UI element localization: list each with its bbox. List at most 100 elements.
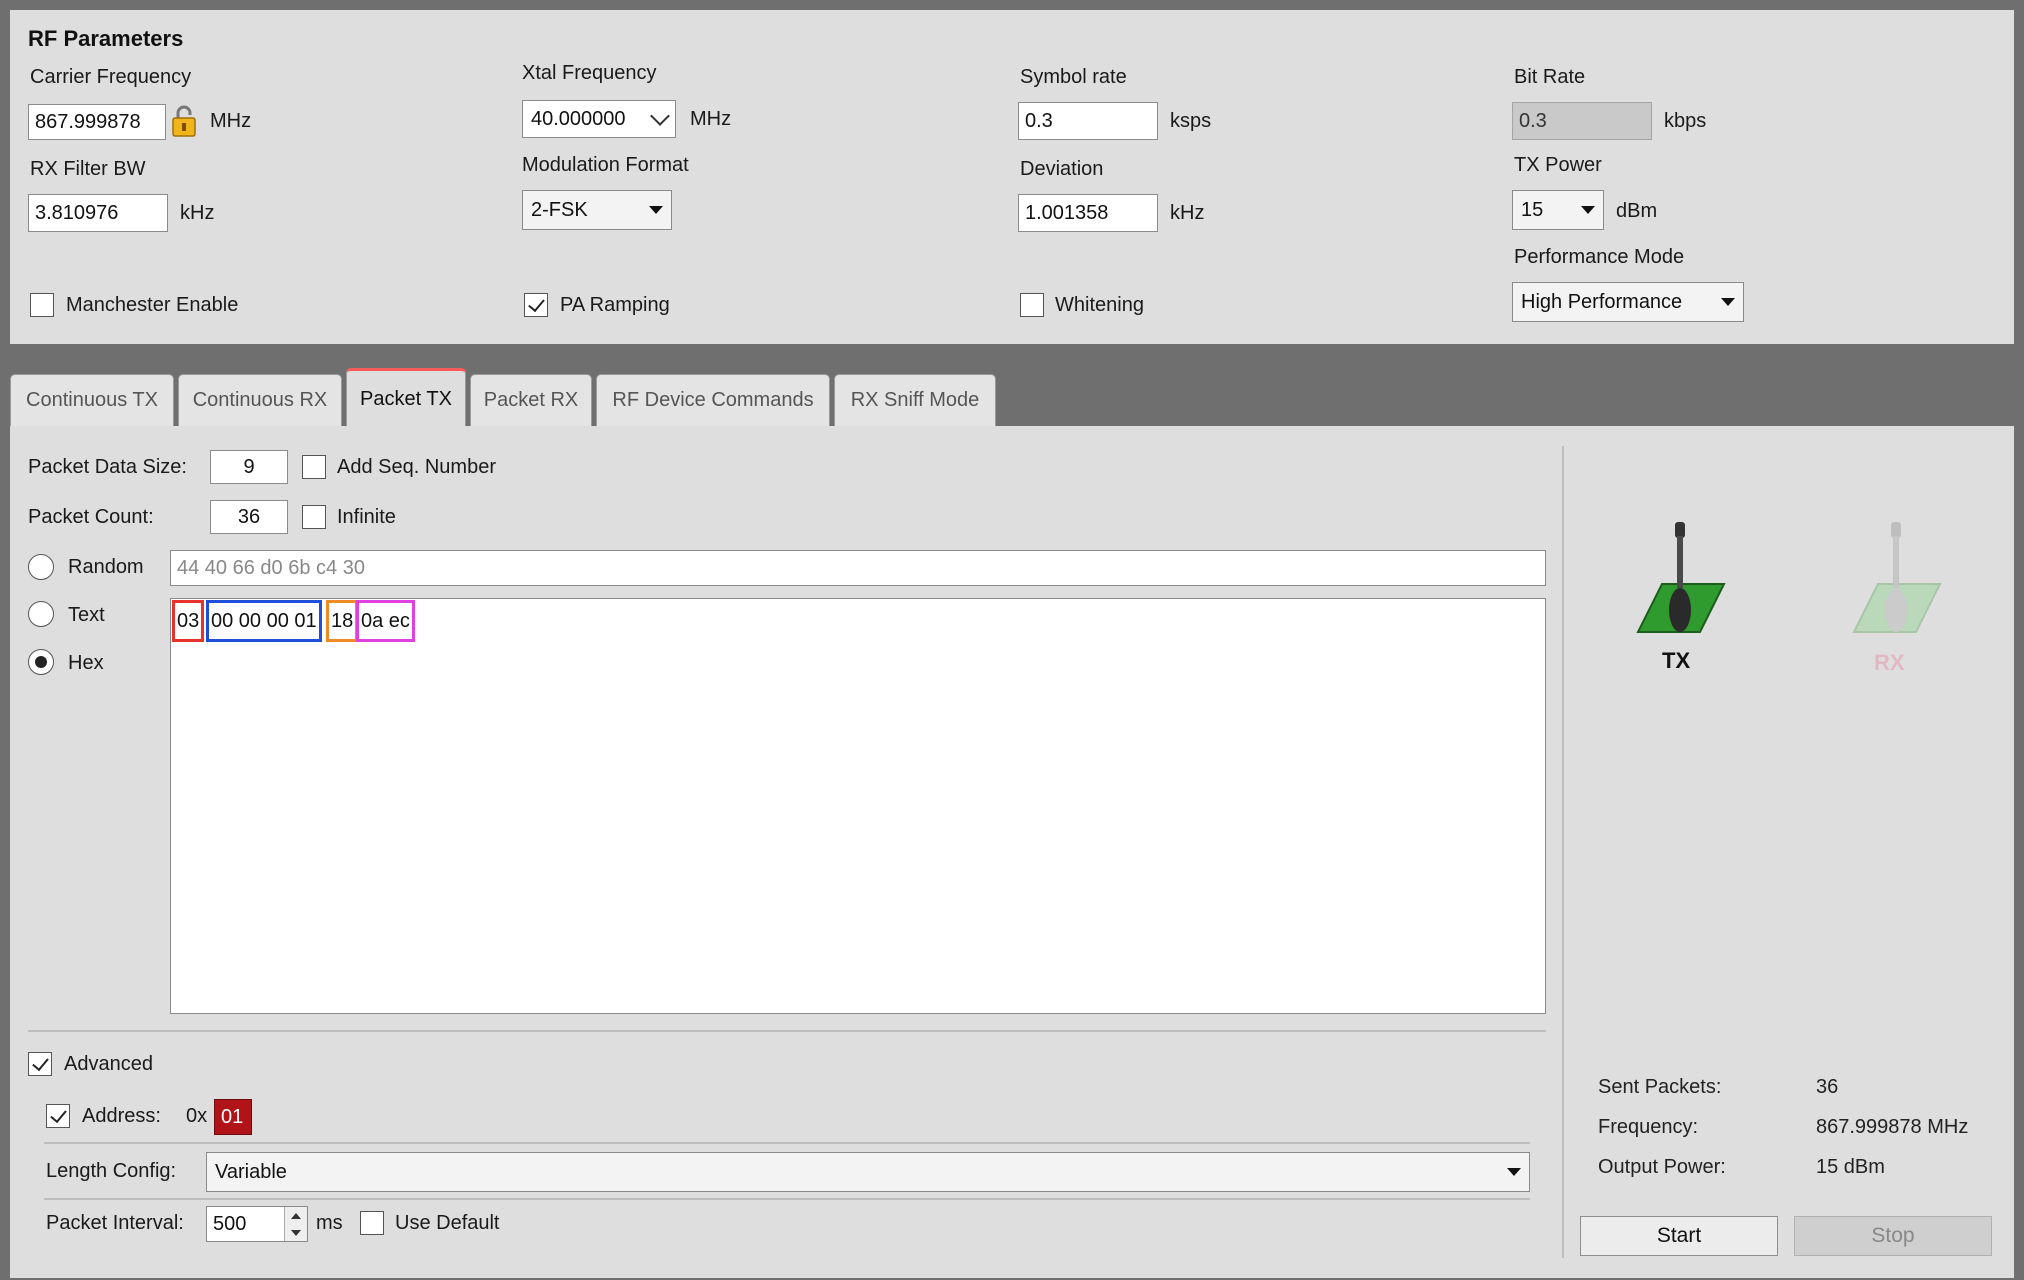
hex-segment-sequence: 18 [326,600,359,642]
pa-ramping-checkbox[interactable] [524,293,548,317]
modulation-format-select[interactable]: 2-FSK [522,190,672,230]
symbol-rate-label: Symbol rate [1020,66,1127,88]
carrier-frequency-unit: MHz [210,110,252,132]
performance-mode-value: High Performance [1521,290,1683,313]
vertical-divider [1562,446,1564,1258]
carrier-frequency-label: Carrier Frequency [30,66,192,88]
random-label: Random [68,556,144,578]
tab-packet-tx[interactable]: Packet TX [346,368,466,428]
tx-switch-icon[interactable] [1632,518,1728,638]
whitening-checkbox[interactable] [1020,293,1044,317]
deviation-unit: kHz [1170,202,1205,224]
xtal-frequency-value: 40.000000 [531,107,626,130]
length-config-label: Length Config: [46,1160,177,1182]
deviation-label: Deviation [1020,158,1104,180]
hex-segment-address: 00 00 00 01 [206,600,322,642]
output-power-label: Output Power: [1598,1156,1726,1178]
hex-data-textarea[interactable] [170,598,1546,1014]
tab-packet-rx[interactable]: Packet RX [470,374,592,426]
modulation-format-value: 2-FSK [531,198,588,221]
tab-continuous-rx[interactable]: Continuous RX [178,374,342,426]
rf-parameters-title: RF Parameters [28,26,184,51]
start-button[interactable]: Start [1580,1216,1778,1256]
packet-data-size-label: Packet Data Size: [28,456,187,478]
interval-separator [44,1198,1530,1200]
text-radio[interactable] [28,601,54,627]
length-config-separator [44,1142,1530,1144]
caret-down-icon [649,206,663,214]
packet-count-input[interactable]: 36 [210,500,288,534]
caret-down-icon [1507,1168,1521,1176]
sent-packets-label: Sent Packets: [1598,1076,1722,1098]
whitening-label: Whitening [1055,294,1144,316]
chevron-down-icon [650,106,670,126]
performance-mode-label: Performance Mode [1514,246,1685,268]
packet-data-size-input[interactable]: 9 [210,450,288,484]
pa-ramping-label: PA Ramping [560,294,670,316]
address-label: Address: [82,1105,161,1127]
address-checkbox[interactable] [46,1104,70,1128]
tx-label: TX [1662,648,1691,673]
carrier-frequency-input[interactable]: 867.999878 [28,104,166,140]
manchester-enable-label: Manchester Enable [66,294,239,316]
advanced-separator [28,1030,1546,1032]
rx-filter-bw-unit: kHz [180,202,215,224]
performance-mode-select[interactable]: High Performance [1512,282,1744,322]
tx-power-select[interactable]: 15 [1512,190,1604,230]
advanced-checkbox[interactable] [28,1052,52,1076]
symbol-rate-unit: ksps [1170,110,1212,132]
tx-power-label: TX Power [1514,154,1602,176]
caret-down-icon [1581,206,1595,214]
bit-rate-input: 0.3 [1512,102,1652,140]
tab-rx-sniff-mode[interactable]: RX Sniff Mode [834,374,996,426]
rx-label: RX [1874,650,1905,675]
tx-power-value: 15 [1521,198,1544,221]
frequency-label: Frequency: [1598,1116,1699,1138]
hex-radio[interactable] [28,649,54,675]
packet-interval-unit: ms [316,1212,343,1234]
manchester-enable-checkbox[interactable] [30,293,54,317]
infinite-label: Infinite [337,506,396,528]
infinite-checkbox[interactable] [302,505,326,529]
random-radio[interactable] [28,554,54,580]
packet-interval-label: Packet Interval: [46,1212,184,1234]
packet-interval-input[interactable]: 500 [206,1206,308,1242]
caret-down-icon [1721,298,1735,306]
rx-switch-icon[interactable] [1848,518,1944,638]
random-data-field: 44 40 66 d0 6b c4 30 [170,550,1546,586]
rx-filter-bw-input[interactable]: 3.810976 [28,194,168,232]
hex-segment-payload: 0a ec [356,600,415,642]
use-default-label: Use Default [395,1212,500,1234]
packet-interval-value: 500 [213,1212,247,1235]
bit-rate-unit: kbps [1664,110,1707,132]
tab-rf-device-commands[interactable]: RF Device Commands [596,374,830,426]
length-config-value: Variable [215,1160,287,1183]
output-power-value: 15 dBm [1816,1156,1885,1178]
length-config-select[interactable]: Variable [206,1152,1530,1192]
sent-packets-value: 36 [1816,1076,1839,1098]
address-prefix: 0x [186,1105,208,1127]
symbol-rate-input[interactable]: 0.3 [1018,102,1158,140]
packet-count-label: Packet Count: [28,506,154,528]
rx-filter-bw-label: RX Filter BW [30,158,146,180]
lock-icon[interactable] [170,104,198,138]
frequency-value: 867.999878 MHz [1816,1116,1969,1138]
advanced-label: Advanced [64,1053,153,1075]
tab-continuous-tx[interactable]: Continuous TX [10,374,174,426]
address-input[interactable]: 01 [214,1099,252,1135]
bit-rate-label: Bit Rate [1514,66,1586,88]
xtal-frequency-select[interactable]: 40.000000 [522,100,676,138]
xtal-frequency-unit: MHz [690,108,732,130]
xtal-frequency-label: Xtal Frequency [522,62,657,84]
modulation-format-label: Modulation Format [522,154,689,176]
stop-button[interactable]: Stop [1794,1216,1992,1256]
add-seq-number-checkbox[interactable] [302,455,326,479]
hex-label: Hex [68,652,104,674]
use-default-checkbox[interactable] [360,1211,384,1235]
spinner-arrows-icon[interactable] [284,1207,307,1241]
add-seq-number-label: Add Seq. Number [337,456,496,478]
text-label: Text [68,604,105,626]
tx-power-unit: dBm [1616,200,1658,222]
hex-segment-length: 03 [172,600,205,642]
deviation-input[interactable]: 1.001358 [1018,194,1158,232]
